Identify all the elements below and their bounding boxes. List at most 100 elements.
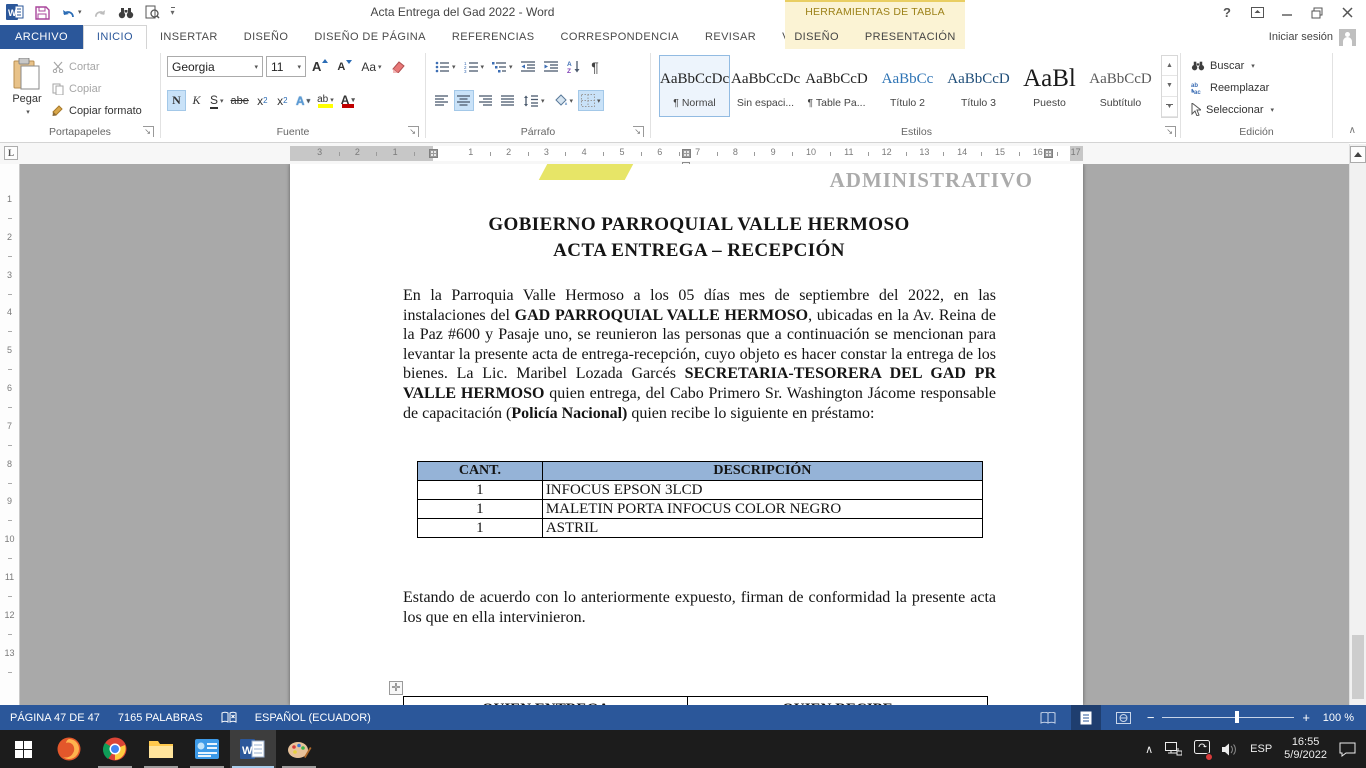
- paragraph-dialog-launcher[interactable]: [633, 126, 644, 137]
- clear-formatting-button[interactable]: [388, 56, 408, 77]
- minimize-icon[interactable]: [1272, 2, 1302, 24]
- zoom-level[interactable]: 100 %: [1318, 712, 1354, 724]
- grow-font-button[interactable]: A: [309, 56, 331, 77]
- save-icon[interactable]: [35, 5, 50, 20]
- cell-descripcion[interactable]: INFOCUS EPSON 3LCD: [542, 481, 982, 500]
- table-header-descripcion[interactable]: DESCRIPCIÓN: [542, 462, 982, 481]
- replace-button[interactable]: abac Reemplazar: [1191, 79, 1269, 96]
- tab-archivo[interactable]: ARCHIVO: [0, 25, 83, 49]
- sort-button[interactable]: AZ: [564, 56, 584, 77]
- word-count[interactable]: 7165 PALABRAS: [118, 712, 203, 724]
- cell-descripcion[interactable]: ASTRIL: [542, 519, 982, 538]
- multilevel-list-button[interactable]: ▾: [489, 56, 516, 77]
- language-indicator[interactable]: ESPAÑOL (ECUADOR): [255, 712, 371, 724]
- superscript-button[interactable]: x2: [273, 90, 292, 111]
- proofing-errors-icon[interactable]: [221, 711, 237, 725]
- taskbar-file-explorer[interactable]: [138, 730, 184, 768]
- body-paragraph-1[interactable]: En la Parroquia Valle Hermoso a los 05 d…: [403, 286, 996, 423]
- undo-button[interactable]: ▾: [61, 6, 82, 19]
- table-column-marker[interactable]: [429, 149, 438, 158]
- zoom-in-icon[interactable]: +: [1302, 710, 1310, 725]
- style-t-tulo-3[interactable]: AaBbCcDTítulo 3: [943, 55, 1014, 117]
- style-sin-espaci[interactable]: AaBbCcDcSin espaci...: [730, 55, 801, 117]
- font-dialog-launcher[interactable]: [408, 126, 419, 137]
- underline-button[interactable]: S▾: [207, 90, 227, 111]
- taskbar-firefox[interactable]: [46, 730, 92, 768]
- font-color-button[interactable]: A▾: [338, 90, 358, 111]
- scroll-up-icon[interactable]: [1350, 146, 1366, 163]
- table-move-handle[interactable]: ✛: [389, 681, 403, 695]
- cell-cant[interactable]: 1: [418, 519, 543, 538]
- scrollbar-thumb[interactable]: [1352, 635, 1364, 699]
- read-mode-view-icon[interactable]: [1033, 705, 1063, 730]
- change-case-button[interactable]: Aa▾: [358, 56, 384, 77]
- tab-referencias[interactable]: REFERENCIAS: [439, 25, 548, 49]
- body-paragraph-2[interactable]: Estando de acuerdo con lo anteriormente …: [403, 588, 996, 627]
- clipboard-dialog-launcher[interactable]: [143, 126, 154, 137]
- table-header-quien-recibe[interactable]: QUIEN RECIBE: [688, 697, 988, 706]
- font-name-select[interactable]: Georgia▾: [167, 56, 263, 77]
- increase-indent-button[interactable]: [541, 56, 562, 77]
- style-puesto[interactable]: AaBlPuesto: [1014, 55, 1085, 117]
- clock[interactable]: 16:555/9/2022: [1284, 736, 1327, 762]
- items-table[interactable]: CANT. DESCRIPCIÓN 1INFOCUS EPSON 3LCD1MA…: [417, 461, 983, 538]
- taskbar-system-app[interactable]: [184, 730, 230, 768]
- italic-button[interactable]: K: [187, 90, 206, 111]
- subscript-button[interactable]: x2: [253, 90, 272, 111]
- show-marks-button[interactable]: ¶: [586, 56, 605, 77]
- cell-cant[interactable]: 1: [418, 500, 543, 519]
- format-painter-button[interactable]: Copiar formato: [52, 102, 142, 119]
- print-layout-view-icon[interactable]: [1071, 705, 1101, 730]
- tab-diseno-de-pagina[interactable]: DISEÑO DE PÁGINA: [301, 25, 439, 49]
- styles-scroll-up-icon[interactable]: ▲: [1162, 56, 1177, 76]
- collapse-ribbon-icon[interactable]: ∧: [1349, 125, 1356, 136]
- align-left-button[interactable]: [432, 90, 452, 111]
- tab-table-diseno[interactable]: DISEÑO: [781, 25, 852, 49]
- sign-in[interactable]: Iniciar sesión: [1269, 25, 1356, 49]
- styles-scroll-down-icon[interactable]: ▼: [1162, 76, 1177, 96]
- align-right-button[interactable]: [476, 90, 496, 111]
- style-subt-tulo[interactable]: AaBbCcDSubtítulo: [1085, 55, 1156, 117]
- web-layout-view-icon[interactable]: [1109, 705, 1139, 730]
- style-normal[interactable]: AaBbCcDc¶ Normal: [659, 55, 730, 117]
- table-header-cant[interactable]: CANT.: [418, 462, 543, 481]
- tab-insertar[interactable]: INSERTAR: [147, 25, 231, 49]
- help-icon[interactable]: ?: [1212, 2, 1242, 24]
- styles-dialog-launcher[interactable]: [1165, 126, 1176, 137]
- align-center-button[interactable]: [454, 90, 474, 111]
- shading-button[interactable]: ▾: [550, 90, 577, 111]
- ribbon-display-icon[interactable]: [1242, 2, 1272, 24]
- select-button[interactable]: Seleccionar▾: [1191, 101, 1274, 118]
- vertical-ruler[interactable]: 12345678910111213: [0, 164, 20, 705]
- shrink-font-button[interactable]: A: [334, 56, 355, 77]
- tab-correspondencia[interactable]: CORRESPONDENCIA: [548, 25, 692, 49]
- strikethrough-button[interactable]: abe: [228, 90, 252, 111]
- horizontal-ruler[interactable]: 3211234567891011121314151617: [290, 146, 1083, 161]
- tab-table-presentacion[interactable]: PRESENTACIÓN: [852, 25, 969, 49]
- tab-stop-selector[interactable]: L: [4, 146, 18, 160]
- cell-descripcion[interactable]: MALETIN PORTA INFOCUS COLOR NEGRO: [542, 500, 982, 519]
- signature-table[interactable]: QUIEN ENTREGA QUIEN RECIBE: [403, 696, 988, 705]
- tab-revisar[interactable]: REVISAR: [692, 25, 769, 49]
- page-indicator[interactable]: PÁGINA 47 DE 47: [10, 712, 100, 724]
- update-badge-icon[interactable]: [1194, 740, 1210, 759]
- restore-icon[interactable]: [1302, 2, 1332, 24]
- decrease-indent-button[interactable]: [518, 56, 539, 77]
- bold-button[interactable]: N: [167, 90, 186, 111]
- text-effects-button[interactable]: A▾: [293, 90, 313, 111]
- find-binoculars-icon[interactable]: [118, 6, 134, 19]
- numbering-button[interactable]: 123▾: [461, 56, 488, 77]
- zoom-out-icon[interactable]: −: [1147, 710, 1155, 725]
- document-page[interactable]: ADMINISTRATIVO GOBIERNO PARROQUIAL VALLE…: [290, 164, 1083, 705]
- cell-cant[interactable]: 1: [418, 481, 543, 500]
- taskbar-chrome[interactable]: [92, 730, 138, 768]
- font-size-select[interactable]: 11▾: [266, 56, 306, 77]
- line-spacing-button[interactable]: ▾: [520, 90, 548, 111]
- taskbar-word[interactable]: W: [230, 730, 276, 768]
- action-center-icon[interactable]: [1339, 742, 1356, 757]
- justify-button[interactable]: [498, 90, 518, 111]
- bullets-button[interactable]: ▾: [432, 56, 459, 77]
- table-header-quien-entrega[interactable]: QUIEN ENTREGA: [404, 697, 688, 706]
- table-column-marker[interactable]: [682, 149, 691, 158]
- tab-diseno[interactable]: DISEÑO: [231, 25, 302, 49]
